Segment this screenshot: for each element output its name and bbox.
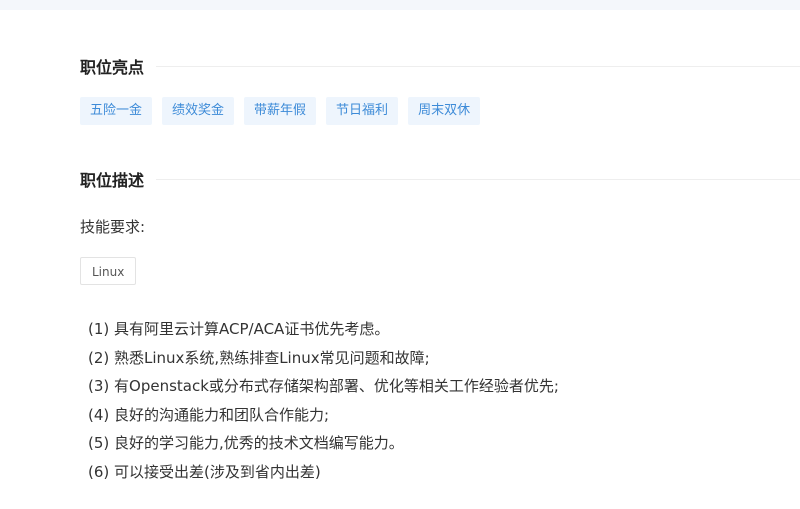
highlight-tag: 节日福利 [326, 97, 399, 125]
section-divider [156, 65, 800, 67]
highlights-title: 职位亮点 [80, 58, 145, 77]
skill-tag[interactable]: Linux [80, 257, 137, 285]
requirement-item: (2) 熟悉Linux系统,熟练排查Linux常见问题和故障; [88, 348, 430, 367]
skills-label: 技能要求: [80, 218, 146, 236]
description-title: 职位描述 [80, 171, 145, 190]
description-section-header: 职位描述 [80, 167, 800, 191]
requirements-list: (1) 具有阿里云计算ACP/ACA证书优先考虑。 (2) 熟悉Linux系统,… [88, 315, 559, 486]
highlight-tags: 五险一金 绩效奖金 带薪年假 节日福利 周末双休 [80, 97, 490, 125]
highlights-section-header: 职位亮点 [80, 54, 800, 78]
requirement-item: (3) 有Openstack或分布式存储架构部署、优化等相关工作经验者优先; [88, 377, 559, 395]
highlight-tag: 绩效奖金 [162, 97, 235, 125]
requirement-item: (1) 具有阿里云计算ACP/ACA证书优先考虑。 [88, 320, 390, 338]
highlight-tag: 五险一金 [80, 97, 153, 125]
highlight-tag: 周末双休 [408, 97, 481, 125]
requirement-item: (6) 可以接受出差(涉及到省内出差) [88, 462, 321, 481]
top-band [0, 0, 800, 10]
requirement-item: (4) 良好的沟通能力和团队合作能力; [88, 405, 330, 424]
highlight-tag: 带薪年假 [244, 97, 317, 125]
section-divider [156, 178, 800, 180]
requirement-item: (5) 良好的学习能力,优秀的技术文档编写能力。 [88, 434, 404, 452]
